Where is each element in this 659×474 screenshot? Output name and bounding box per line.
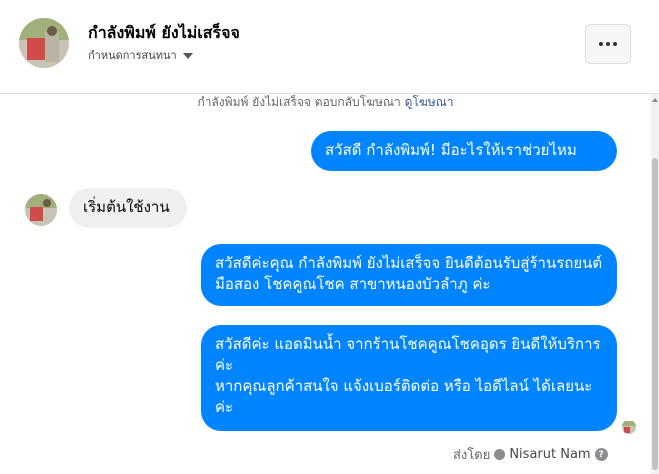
message-thread: กำลังพิมพ์ ยังไม่เสร็จจ ตอบกลับโฆษณา ดูโ… <box>0 94 651 474</box>
contact-avatar[interactable] <box>19 18 69 68</box>
view-ad-link[interactable]: ดูโฆษณา <box>405 95 454 109</box>
seen-by-avatar <box>622 420 636 434</box>
contact-avatar[interactable] <box>25 194 57 226</box>
thread-scrollbar[interactable] <box>651 94 659 474</box>
message-bubble-outgoing[interactable]: สวัสดี กำลังพิมพ์! มีอะไรให้เราช่วยไหม <box>311 131 617 171</box>
conversation-header: กำลังพิมพ์ ยังไม่เสร็จจ กำหนดการสนทนา <box>0 0 659 94</box>
help-icon[interactable]: ? <box>594 448 608 461</box>
sent-by-label: ส่งโดย Nisarut Nam ? <box>453 444 608 465</box>
chevron-down-icon <box>182 52 193 59</box>
contact-name: กำลังพิมพ์ ยังไม่เสร็จจ <box>88 23 240 42</box>
message-bubble-outgoing[interactable]: สวัสดีค่ะ แอดมินน้ำ จากร้านโชคคูณโชคอุดร… <box>201 325 617 431</box>
sender-name: Nisarut Nam <box>509 447 591 462</box>
scrollbar-thumb[interactable] <box>652 158 658 470</box>
sender-badge-icon <box>494 449 506 460</box>
more-horizontal-icon <box>599 42 603 46</box>
scroll-up-arrow-icon[interactable] <box>651 94 659 106</box>
ad-reply-notice-text: กำลังพิมพ์ ยังไม่เสร็จจ ตอบกลับโฆษณา <box>197 95 401 109</box>
message-bubble-outgoing[interactable]: สวัสดีค่ะคุณ กำลังพิมพ์ ยังไม่เสร็จจ ยิน… <box>201 244 617 306</box>
more-options-button[interactable] <box>585 24 631 64</box>
sent-by-text: ส่งโดย <box>453 448 491 463</box>
ad-reply-notice: กำลังพิมพ์ ยังไม่เสร็จจ ตอบกลับโฆษณา ดูโ… <box>0 94 651 112</box>
message-bubble-incoming[interactable]: เริ่มต้นใช้งาน <box>69 188 187 228</box>
conversation-schedule-label: กำหนดการสนทนา <box>88 49 177 62</box>
conversation-schedule-dropdown[interactable]: กำหนดการสนทนา <box>88 46 193 64</box>
